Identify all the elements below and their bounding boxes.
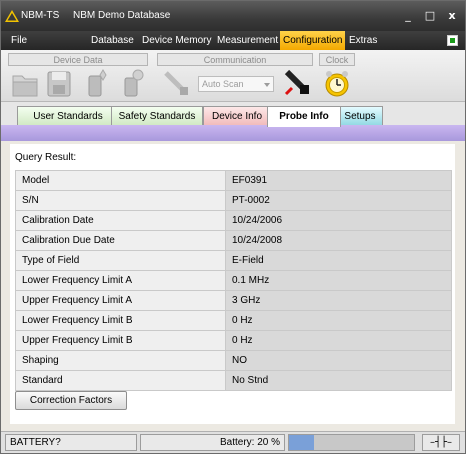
alarm-clock-icon[interactable] xyxy=(323,68,351,98)
row-value: 10/24/2008 xyxy=(225,230,452,251)
menu-measurement[interactable]: Measurement xyxy=(214,31,281,50)
row-value: 3 GHz xyxy=(225,290,452,311)
row-key: Standard xyxy=(15,370,226,391)
tab-safety-standards[interactable]: Safety Standards xyxy=(111,106,203,126)
row-key: Upper Frequency Limit A xyxy=(15,290,226,311)
table-row: Upper Frequency Limit B0 Hz xyxy=(15,330,452,351)
table-row: Type of Field E-Field xyxy=(15,250,452,271)
row-key: Calibration Due Date xyxy=(15,230,226,251)
tab-header-band xyxy=(1,125,465,141)
table-row: Standard No Stnd xyxy=(15,370,452,391)
close-button[interactable]: x xyxy=(445,9,459,23)
probe-icon[interactable] xyxy=(161,68,191,98)
menu-file[interactable]: File xyxy=(8,31,30,50)
status-bar: BATTERY? Battery: 20 % –┤├– xyxy=(1,431,465,453)
menu-database[interactable]: Database xyxy=(88,31,137,50)
query-result-label: Query Result: xyxy=(15,152,77,163)
tab-probe-info[interactable]: Probe Info xyxy=(267,106,341,127)
group-clock-title: Clock xyxy=(319,53,355,66)
row-value: EF0391 xyxy=(225,170,452,191)
maximize-button[interactable]: □ xyxy=(423,9,437,23)
app-window: NBM-TS NBM Demo Database _ □ x File Data… xyxy=(0,0,466,454)
group-communication-title: Communication xyxy=(157,53,313,66)
menu-bar: File Database Device Memory Measurement … xyxy=(1,31,465,50)
battery-text: Battery: 20 % xyxy=(140,434,285,451)
save-disk-icon[interactable] xyxy=(45,68,73,98)
tab-device-info[interactable]: Device Info xyxy=(203,106,271,126)
row-key: S/N xyxy=(15,190,226,211)
table-row: S/N PT-0002 xyxy=(15,190,452,211)
minimize-button[interactable]: _ xyxy=(401,9,415,23)
row-key: Calibration Date xyxy=(15,210,226,231)
row-value: 10/24/2006 xyxy=(225,210,452,231)
table-row: Calibration Date 10/24/2006 xyxy=(15,210,452,231)
group-device-data-title: Device Data xyxy=(8,53,148,66)
menu-device-memory[interactable]: Device Memory xyxy=(139,31,214,50)
title-bar: NBM-TS NBM Demo Database _ □ x xyxy=(1,1,465,31)
panel-toggle-icon[interactable] xyxy=(447,35,458,46)
open-folder-icon[interactable] xyxy=(11,68,39,98)
row-value: No Stnd xyxy=(225,370,452,391)
tab-bar: User Standards Safety Standards Device I… xyxy=(1,102,465,127)
disconnect-probe-icon[interactable] xyxy=(283,68,311,98)
auto-scan-dropdown[interactable]: Auto Scan xyxy=(198,76,274,92)
probe-info-panel: Query Result: Model EF0391 S/N PT-0002 Calib… xyxy=(10,144,455,424)
auto-scan-value: Auto Scan xyxy=(202,79,244,89)
app-name: NBM-TS xyxy=(21,10,60,21)
warning-triangle-icon xyxy=(5,10,19,22)
table-row: Calibration Due Date 10/24/2008 xyxy=(15,230,452,251)
row-value: 0.1 MHz xyxy=(225,270,452,291)
row-value: NO xyxy=(225,350,452,371)
table-row: Lower Frequency Limit A 0.1 MHz xyxy=(15,270,452,291)
row-value: E-Field xyxy=(225,250,452,271)
table-row: Lower Frequency Limit B0 Hz xyxy=(15,310,452,331)
plug-icon: –┤├– xyxy=(422,434,460,451)
row-key: Lower Frequency Limit B xyxy=(15,310,226,331)
battery-level-bar xyxy=(288,434,415,451)
chevron-down-icon xyxy=(264,83,270,87)
row-value: 0 Hz xyxy=(225,330,452,351)
row-value: 0 Hz xyxy=(225,310,452,331)
row-key: Upper Frequency Limit B xyxy=(15,330,226,351)
table-row: Model EF0391 xyxy=(15,170,452,191)
table-row: Upper Frequency Limit A3 GHz xyxy=(15,290,452,311)
menu-extras[interactable]: Extras xyxy=(346,31,380,50)
menu-configuration[interactable]: Configuration xyxy=(280,31,346,50)
row-key: Model xyxy=(15,170,226,191)
tab-user-standards[interactable]: User Standards xyxy=(17,106,119,126)
table-row: Shaping NO xyxy=(15,350,452,371)
device-config-icon[interactable] xyxy=(119,68,145,98)
row-key: Shaping xyxy=(15,350,226,371)
battery-state: BATTERY? xyxy=(5,434,137,451)
tab-setups[interactable]: Setups xyxy=(337,106,383,126)
device-read-icon[interactable] xyxy=(85,68,111,98)
database-name: NBM Demo Database xyxy=(73,10,171,21)
row-key: Lower Frequency Limit A xyxy=(15,270,226,291)
row-key: Type of Field xyxy=(15,250,226,271)
correction-factors-button[interactable]: Correction Factors xyxy=(15,391,127,410)
probe-info-table: Model EF0391 S/N PT-0002 Calibration Date 10/… xyxy=(15,170,452,391)
row-value: PT-0002 xyxy=(225,190,452,211)
